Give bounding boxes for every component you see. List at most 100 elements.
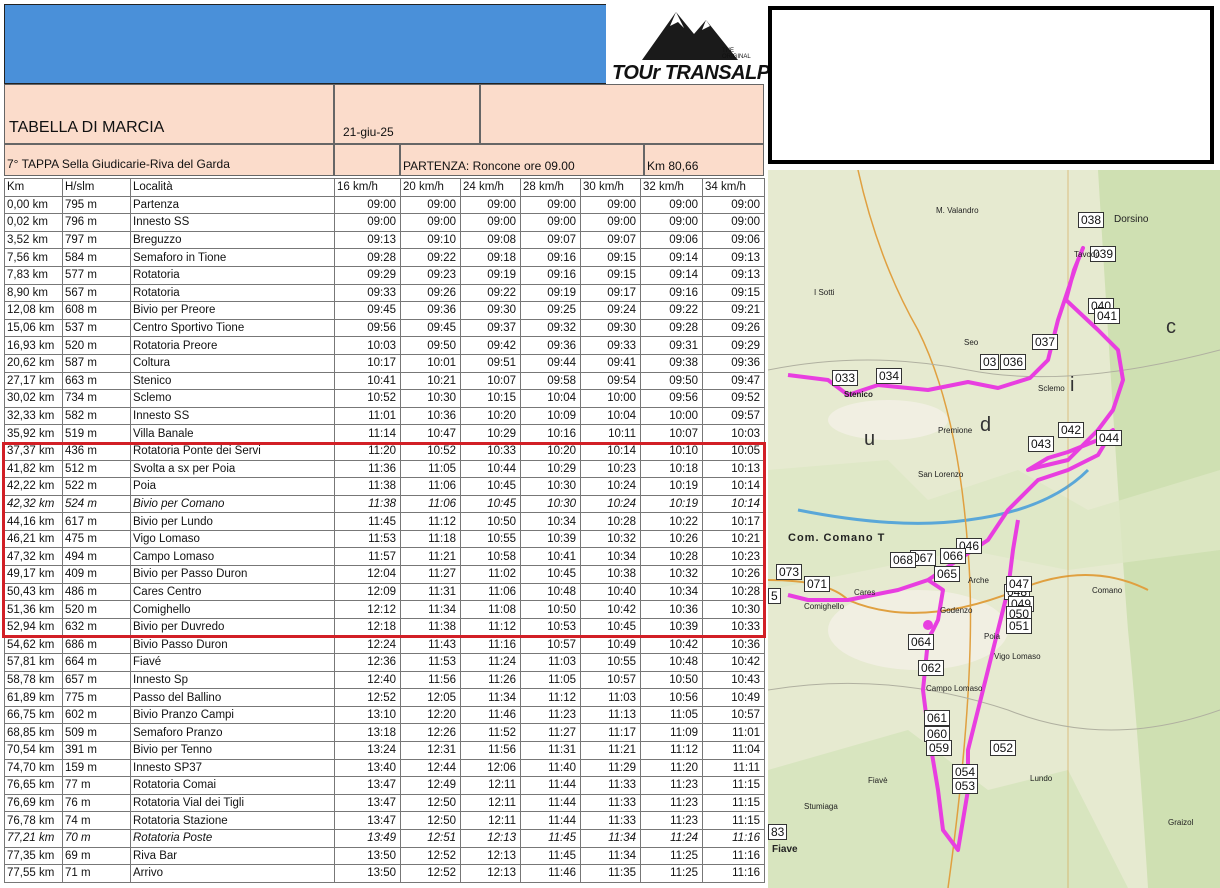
table-cell: 09:57 — [702, 406, 765, 426]
map-canvas — [768, 170, 1220, 888]
map-marker: 062 — [918, 660, 945, 676]
table-cell: 12:36 — [334, 653, 401, 672]
table-cell: 11:45 — [520, 828, 581, 848]
table-cell: 09:07 — [580, 230, 641, 250]
table-cell: 11:57 — [334, 547, 401, 567]
table-cell: 11:11 — [702, 758, 765, 778]
map-marker: 051 — [1006, 618, 1033, 634]
table-cell: 09:00 — [580, 195, 641, 215]
table-cell: 10:14 — [580, 441, 641, 461]
table-cell: 09:51 — [460, 353, 521, 373]
table-cell: 159 m — [62, 758, 131, 778]
table-cell: 13:47 — [334, 811, 401, 830]
table-row: 76,65 km 77 m Rotatoria Comai 13:47 12:49 12:… — [4, 776, 765, 795]
table-cell: 11:56 — [400, 670, 461, 690]
table-cell: Cares Centro — [130, 582, 335, 602]
table-cell: 391 m — [62, 741, 131, 760]
march-table: Km H/slm Località 16 km/h 20 km/h 24 km/h 28 k… — [4, 178, 765, 883]
table-cell: 74 m — [62, 811, 131, 830]
table-cell: 11:23 — [640, 793, 703, 813]
table-cell: 57,81 km — [4, 653, 63, 672]
table-cell: 11:38 — [334, 477, 401, 496]
table-cell: 602 m — [62, 705, 131, 725]
table-cell: 10:38 — [580, 565, 641, 584]
table-cell: 10:41 — [520, 547, 581, 567]
table-cell: 12:49 — [400, 776, 461, 795]
header-empty-cell — [334, 144, 400, 176]
table-cell: 42,22 km — [4, 477, 63, 496]
table-cell: 11:23 — [520, 705, 581, 725]
table-cell: 11:33 — [580, 793, 641, 813]
table-cell: 11:36 — [334, 459, 401, 479]
table-cell: 11:15 — [702, 811, 765, 830]
table-row: 27,17 km 663 m Stenico 10:41 10:21 10:07 09:58… — [4, 371, 765, 391]
table-cell: 587 m — [62, 353, 131, 373]
table-cell: Centro Sportivo Tione — [130, 318, 335, 338]
table-cell: 10:15 — [460, 389, 521, 408]
map-marker: 036 — [1000, 354, 1027, 370]
table-cell: 10:43 — [702, 670, 765, 690]
table-cell: 10:36 — [400, 406, 461, 426]
table-cell: 09:10 — [400, 230, 461, 250]
table-row: 50,43 km 486 m Cares Centro 12:09 11:31 11:06… — [4, 582, 765, 602]
map-label: Dorsino — [1114, 214, 1149, 225]
map-label: Premione — [938, 426, 973, 435]
table-cell: 10:24 — [580, 477, 641, 496]
table-cell: 11:23 — [640, 776, 703, 795]
table-row: 77,55 km 71 m Arrivo 13:50 12:52 12:13 11:46 11… — [4, 864, 765, 883]
table-cell: 11:21 — [400, 547, 461, 567]
table-cell: 10:00 — [580, 389, 641, 408]
table-cell: 09:19 — [520, 283, 581, 303]
table-cell: 09:36 — [520, 336, 581, 355]
tour-transalp-logo: THE ORIGINAL TOUr TRANSALP — [606, 4, 770, 84]
table-header: TABELLA DI MARCIA 21-giu-25 7° TAPPA Sel… — [4, 84, 764, 178]
table-cell: 10:42 — [640, 635, 703, 655]
table-cell: 35,92 km — [4, 424, 63, 443]
table-cell: 09:08 — [460, 230, 521, 250]
map-label: Graizol — [1168, 818, 1194, 827]
table-cell: 44,16 km — [4, 512, 63, 531]
table-cell: 12:52 — [400, 864, 461, 883]
table-cell: 09:22 — [640, 301, 703, 320]
table-cell: 10:07 — [460, 371, 521, 391]
table-cell: 10:50 — [460, 512, 521, 531]
table-cell: 11:20 — [334, 441, 401, 461]
table-cell: 0,00 km — [4, 195, 63, 215]
table-cell: 509 m — [62, 723, 131, 742]
table-cell: 11:06 — [400, 494, 461, 514]
table-cell: 09:33 — [334, 283, 401, 303]
table-cell: 09:00 — [702, 195, 765, 215]
table-cell: 11:34 — [460, 688, 521, 707]
table-cell: 10:53 — [520, 617, 581, 637]
table-cell: 10:10 — [640, 441, 703, 461]
map-marker: 041 — [1094, 308, 1121, 324]
table-cell: 15,06 km — [4, 318, 63, 338]
table-cell: 10:57 — [702, 705, 765, 725]
table-cell: 12:20 — [400, 705, 461, 725]
table-row: 37,37 km 436 m Rotatoria Ponte dei Servi 11… — [4, 441, 765, 461]
table-cell: 09:06 — [640, 230, 703, 250]
table-cell: 12:51 — [400, 828, 461, 848]
table-cell: 12:31 — [400, 741, 461, 760]
table-cell: 12:26 — [400, 723, 461, 742]
table-cell: 10:57 — [580, 670, 641, 690]
table-cell: 11:34 — [580, 828, 641, 848]
table-cell: 10:11 — [580, 424, 641, 443]
table-row: 20,62 km 587 m Coltura 10:17 10:01 09:51 09:44… — [4, 353, 765, 373]
table-cell: 10:55 — [460, 529, 521, 549]
table-cell: 10:21 — [702, 529, 765, 549]
map-marker: 033 — [832, 370, 859, 386]
table-cell: 11:13 — [580, 705, 641, 725]
table-cell: 09:13 — [334, 230, 401, 250]
table-cell: 41,82 km — [4, 459, 63, 479]
table-cell: 09:00 — [334, 195, 401, 215]
table-cell: 09:19 — [460, 265, 521, 285]
table-cell: 11:16 — [702, 828, 765, 848]
map-label: Poia — [984, 632, 1001, 641]
table-cell: 10:30 — [520, 477, 581, 496]
map-marker: 061 — [924, 710, 951, 726]
table-cell: 11:38 — [400, 617, 461, 637]
table-cell: 09:16 — [640, 283, 703, 303]
table-cell: 12:52 — [400, 846, 461, 866]
table-cell: 12:04 — [334, 565, 401, 584]
